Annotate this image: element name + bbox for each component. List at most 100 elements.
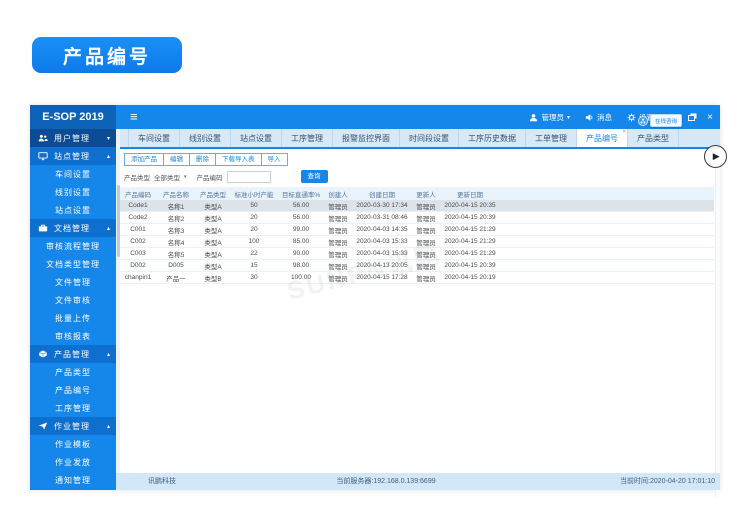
window-titlebar: E-SOP 2019 ≡ 管理员 ▾ 消息 [30, 105, 720, 129]
sidebar-item-job-template[interactable]: 作业模板 [30, 435, 116, 453]
app-title: E-SOP 2019 [30, 105, 116, 129]
sidebar-item-line-settings[interactable]: 线别设置 [30, 183, 116, 201]
tab-product-type[interactable]: 产品类型 [628, 129, 679, 147]
sidebar-item-batch-upload[interactable]: 批量上传 [30, 309, 116, 327]
sidebar-item-site-mgmt[interactable]: 站点管理 ▴ [30, 147, 116, 165]
briefcase-icon [38, 223, 48, 233]
table-header-row: 产品编码 产品名称 产品类型 标准小时产能 目标直通率% 创建人 创建日期 更新… [120, 187, 714, 200]
task-send-icon [38, 421, 48, 431]
tab-workorder-mgmt[interactable]: 工单管理 [526, 129, 577, 147]
product-type-select[interactable]: 全部类型 ▾ [154, 172, 187, 182]
chevron-up-icon: ▴ [107, 225, 110, 232]
col-update-date: 更新日期 [440, 189, 500, 199]
col-target-yield: 目标直通率% [278, 189, 324, 199]
sidebar-item-file-review[interactable]: 文件审核 [30, 291, 116, 309]
table-row[interactable]: chanpin1产品一类型B30100.00管理员2020-04-15 17:2… [120, 272, 714, 284]
filter-bar: 产品类型 全部类型 ▾ 产品编码 查询 [124, 170, 720, 183]
tab-process-history[interactable]: 工序历史数据 [459, 129, 526, 147]
import-button[interactable]: 导入 [261, 153, 288, 166]
chevron-down-icon: ▾ [107, 135, 110, 142]
hamburger-menu-icon[interactable]: ≡ [130, 105, 138, 129]
close-window-button[interactable]: × [703, 105, 717, 129]
col-product-code: 产品编码 [120, 189, 156, 199]
product-code-filter-label: 产品编码 [197, 172, 223, 182]
gear-icon [627, 113, 636, 122]
messages-button[interactable]: 消息 [585, 112, 612, 123]
chevron-up-icon: ▴ [107, 423, 110, 430]
tab-time-period[interactable]: 时间段设置 [400, 129, 459, 147]
add-product-button[interactable]: 添加产品 [124, 153, 164, 166]
product-table: 产品编码 产品名称 产品类型 标准小时产能 目标直通率% 创建人 创建日期 更新… [120, 187, 714, 284]
monitor-icon [38, 151, 48, 161]
tab-line-settings[interactable]: 线别设置 [180, 129, 231, 147]
table-row[interactable]: Code2名称2类型A2056.00管理员2020-03-31 08:46管理员… [120, 212, 714, 224]
content-area: 车间设置 线别设置 站点设置 工序管理 报警监控界面 时间段设置 工序历史数据 … [120, 129, 720, 473]
sidebar-item-document-mgmt[interactable]: 文档管理 ▴ [30, 219, 116, 237]
company-label: 讯鹏科技 [148, 473, 176, 490]
dropdown-caret-icon: ▾ [184, 174, 187, 180]
chevron-up-icon: ▴ [107, 351, 110, 358]
col-std-hourly-capacity: 标准小时产能 [230, 189, 278, 199]
search-button[interactable]: 查询 [301, 170, 328, 183]
play-icon: ▶ [713, 151, 720, 162]
table-row[interactable]: C001名称3类型A2099.00管理员2020-04-03 14:35管理员2… [120, 224, 714, 236]
titlebar-right-cluster: 管理员 ▾ 消息 设置 [529, 105, 654, 129]
edit-button[interactable]: 编辑 [163, 153, 190, 166]
download-import-template-button[interactable]: 下载导入表 [215, 153, 262, 166]
user-menu[interactable]: 管理员 ▾ [529, 112, 570, 123]
product-type-filter-label: 产品类型 [124, 172, 150, 182]
sidebar-item-user-mgmt[interactable]: 用户管理 ▾ [30, 129, 116, 147]
sidebar-item-station-settings[interactable]: 站点设置 [30, 201, 116, 219]
page: 产品编号 E-SOP 2019 ≡ 管理员 ▾ 消息 [0, 0, 750, 520]
sidebar-item-notify-mgmt[interactable]: 通知管理 [30, 471, 116, 489]
delete-button[interactable]: 删除 [189, 153, 216, 166]
chat-service-icon [638, 116, 648, 126]
current-time-label: 当前时间:2020-04-20 17:01:10 [620, 473, 715, 490]
table-row[interactable]: C002名称4类型A10085.00管理员2020-04-03 15:33管理员… [120, 236, 714, 248]
restore-window-button[interactable] [684, 105, 698, 129]
sidebar-item-workshop-settings[interactable]: 车间设置 [30, 165, 116, 183]
content-scrollbar[interactable] [715, 153, 720, 497]
video-play-button[interactable]: ▶ [704, 145, 727, 168]
tab-workshop-settings[interactable]: 车间设置 [128, 129, 180, 147]
sidebar-item-doc-type-mgmt[interactable]: 文档类型管理 [30, 255, 116, 273]
col-product-type: 产品类型 [196, 189, 230, 199]
table-row[interactable]: C003名称5类型A2290.00管理员2020-04-03 15:33管理员2… [120, 248, 714, 260]
col-product-name: 产品名称 [156, 189, 196, 199]
sidebar-item-review-flow-mgmt[interactable]: 审核流程管理 [30, 237, 116, 255]
col-updater: 更新人 [412, 189, 440, 199]
product-code-input[interactable] [227, 171, 271, 183]
sidebar-item-product-code[interactable]: 产品编号 [30, 381, 116, 399]
sidebar-item-product-type[interactable]: 产品类型 [30, 363, 116, 381]
sidebar-item-product-mgmt[interactable]: 产品管理 ▴ [30, 345, 116, 363]
col-creator: 创建人 [324, 189, 352, 199]
chevron-up-icon: ▴ [107, 153, 110, 160]
tab-product-code[interactable]: 产品编号 × [577, 129, 628, 147]
server-address-label: 当前服务器:192.168.0.139:6699 [296, 473, 476, 490]
page-title-badge: 产品编号 [32, 37, 182, 73]
app-window: E-SOP 2019 ≡ 管理员 ▾ 消息 [30, 105, 720, 490]
tab-station-settings[interactable]: 站点设置 [231, 129, 282, 147]
product-box-icon [38, 349, 48, 359]
col-create-date: 创建日期 [352, 189, 412, 199]
speaker-icon [585, 113, 594, 122]
status-bar: 讯鹏科技 当前服务器:192.168.0.139:6699 当前时间:2020-… [116, 473, 720, 490]
floating-chat-widget[interactable]: 在线咨询 [638, 114, 682, 127]
chevron-down-icon: ▾ [567, 114, 570, 121]
tab-alarm-monitor[interactable]: 报警监控界面 [333, 129, 400, 147]
table-row[interactable]: Code1名称1类型A5056.00管理员2020-03-30 17:34管理员… [120, 200, 714, 212]
messages-label: 消息 [597, 112, 612, 123]
sidebar-item-job-mgmt[interactable]: 作业管理 ▴ [30, 417, 116, 435]
sidebar-nav: 用户管理 ▾ 站点管理 ▴ 车间设置 线别设置 站点设置 文档管理 ▴ 审核流程… [30, 129, 116, 490]
table-row[interactable]: D002D005类型A1598.00管理员2020-04-13 20:05管理员… [120, 260, 714, 272]
sidebar-item-file-mgmt[interactable]: 文件管理 [30, 273, 116, 291]
user-label: 管理员 [541, 112, 564, 123]
restore-icon [688, 115, 695, 121]
users-icon [38, 133, 48, 143]
sidebar-item-process-mgmt[interactable]: 工序管理 [30, 399, 116, 417]
close-tab-icon[interactable]: × [622, 129, 626, 136]
sidebar-item-job-issue[interactable]: 作业发放 [30, 453, 116, 471]
sidebar-item-review-report[interactable]: 审核报表 [30, 327, 116, 345]
tab-process-mgmt[interactable]: 工序管理 [282, 129, 333, 147]
floating-chat-label: 在线咨询 [650, 114, 682, 127]
